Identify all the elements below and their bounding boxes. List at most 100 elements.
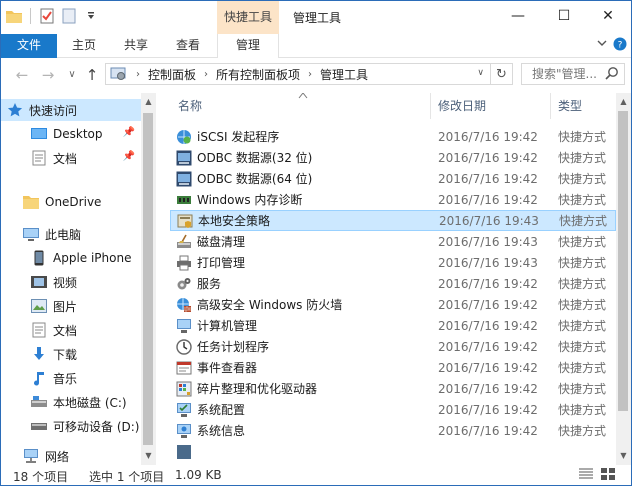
nav-item-quick-access[interactable]: 快速访问 [1, 99, 141, 121]
item-type: 快捷方式 [559, 214, 608, 228]
list-item-selected[interactable]: 本地安全策略 2016/7/16 19:43 快捷方式 [170, 210, 616, 231]
list-item[interactable]: ODBC 数据源(64 位) 2016/7/16 19:42 快捷方式 [170, 168, 616, 189]
item-type: 快捷方式 [558, 382, 607, 396]
list-item[interactable]: 磁盘清理 2016/7/16 19:43 快捷方式 [170, 231, 616, 252]
nav-item-label: 下载 [53, 347, 78, 362]
item-type: 快捷方式 [558, 361, 607, 375]
item-type: 快捷方式 [558, 235, 607, 249]
title-bar: 快捷工具 管理工具 — ☐ ✕ [1, 1, 631, 34]
folder-app-icon [5, 7, 23, 25]
nav-item-local-disk-c[interactable]: 本地磁盘 (C:) [1, 391, 141, 413]
item-type: 快捷方式 [558, 403, 607, 417]
list-item[interactable]: 高级安全 Windows 防火墙 2016/7/16 19:42 快捷方式 [170, 294, 616, 315]
forward-button[interactable]: → [39, 66, 57, 84]
new-folder-icon[interactable] [60, 7, 78, 25]
help-icon[interactable]: ? [613, 37, 627, 54]
nav-item-downloads[interactable]: 下载 [1, 343, 141, 365]
address-dropdown-icon[interactable]: ∨ [477, 68, 484, 78]
close-button[interactable]: ✕ [585, 1, 631, 31]
nav-item-documents[interactable]: 文档 📌 [1, 147, 141, 169]
search-placeholder: 搜索"管理... [532, 67, 597, 81]
explorer-window: 快捷工具 管理工具 — ☐ ✕ 文件 主页 共享 查看 管理 ? ← → ∨ ↑… [0, 0, 632, 486]
watermark-logo [539, 437, 629, 473]
partial-item-icon [176, 444, 192, 460]
tab-share[interactable]: 共享 [113, 34, 159, 58]
address-row: ← → ∨ ↑ › 控制面板 › 所有控制面板项 › 管理工具 ∨ ↻ 搜索"管… [1, 59, 631, 91]
item-date: 2016/7/16 19:42 [438, 129, 538, 144]
item-date: 2016/7/16 19:42 [438, 171, 538, 186]
tab-home[interactable]: 主页 [61, 34, 107, 58]
nav-item-apple-iphone[interactable]: Apple iPhone [1, 247, 141, 269]
file-list: 名称 修改日期 类型 iSCSI 发起程序 2016/7/16 19:42 快捷… [164, 93, 616, 465]
item-name: 碎片整理和优化驱动器 [197, 382, 318, 396]
minimize-button[interactable]: — [495, 1, 541, 31]
pin-icon[interactable]: 📌 [123, 127, 135, 138]
breadcrumb-control-panel[interactable]: 控制面板 [148, 66, 196, 83]
list-item[interactable]: 碎片整理和优化驱动器 2016/7/16 19:42 快捷方式 [170, 378, 616, 399]
list-item[interactable]: 系统配置 2016/7/16 19:42 快捷方式 [170, 399, 616, 420]
item-type: 快捷方式 [558, 130, 607, 144]
item-name: ODBC 数据源(64 位) [197, 172, 313, 186]
scroll-up-arrow[interactable]: ▲ [616, 95, 631, 109]
tab-view[interactable]: 查看 [165, 34, 211, 58]
breadcrumb-all-items[interactable]: 所有控制面板项 [216, 66, 300, 83]
file-list-scrollbar[interactable]: ▲ ▼ [616, 93, 631, 465]
item-name: 打印管理 [197, 256, 246, 270]
address-bar[interactable]: › 控制面板 › 所有控制面板项 › 管理工具 ∨ ↻ [105, 63, 513, 85]
documents-icon [31, 150, 47, 166]
list-item[interactable]: 任务计划程序 2016/7/16 19:42 快捷方式 [170, 336, 616, 357]
memory-diagnostic-icon [176, 192, 192, 208]
recent-locations-button[interactable]: ∨ [63, 66, 81, 84]
maximize-button[interactable]: ☐ [541, 1, 587, 31]
nav-item-removable-d[interactable]: 可移动设备 (D:) [1, 415, 141, 437]
column-header-date[interactable]: 修改日期 [438, 93, 486, 119]
nav-item-videos[interactable]: 视频 [1, 271, 141, 293]
list-item[interactable]: 打印管理 2016/7/16 19:43 快捷方式 [170, 252, 616, 273]
nav-item-music[interactable]: 音乐 [1, 367, 141, 389]
toolbar-divider [30, 8, 31, 24]
list-item[interactable]: iSCSI 发起程序 2016/7/16 19:42 快捷方式 [170, 126, 616, 147]
search-input[interactable]: 搜索"管理... [521, 63, 625, 85]
column-header-type[interactable]: 类型 [558, 93, 582, 119]
item-date: 2016/7/16 19:42 [438, 423, 538, 438]
column-divider[interactable] [430, 93, 431, 119]
nav-item-this-pc[interactable]: 此电脑 [1, 223, 141, 245]
nav-item-label: OneDrive [45, 195, 102, 209]
iscsi-globe-icon [176, 129, 192, 145]
list-item[interactable]: 服务 2016/7/16 19:42 快捷方式 [170, 273, 616, 294]
firewall-icon [176, 297, 192, 313]
chevron-down-icon[interactable] [597, 38, 607, 51]
customize-toolbar-chevron-icon[interactable] [82, 7, 100, 25]
download-icon [31, 346, 47, 362]
properties-icon[interactable] [38, 7, 56, 25]
tab-file[interactable]: 文件 [1, 34, 57, 58]
list-item[interactable]: 计算机管理 2016/7/16 19:42 快捷方式 [170, 315, 616, 336]
list-item[interactable]: 事件查看器 2016/7/16 19:42 快捷方式 [170, 357, 616, 378]
tab-manage[interactable]: 管理 [217, 34, 279, 58]
scroll-down-arrow[interactable]: ▼ [141, 449, 156, 463]
breadcrumb-admin-tools[interactable]: 管理工具 [320, 66, 368, 83]
item-name: 高级安全 Windows 防火墙 [197, 298, 343, 312]
nav-item-label: 本地磁盘 (C:) [53, 395, 127, 410]
system-config-icon [176, 402, 192, 418]
up-button[interactable]: ↑ [83, 66, 101, 84]
nav-item-desktop[interactable]: Desktop 📌 [1, 123, 141, 145]
refresh-icon[interactable]: ↻ [490, 64, 512, 84]
nav-pane-scrollbar[interactable]: ▲ ▼ [141, 93, 156, 465]
list-item[interactable]: ODBC 数据源(32 位) 2016/7/16 19:42 快捷方式 [170, 147, 616, 168]
scrollbar-thumb[interactable] [618, 111, 628, 411]
item-date: 2016/7/16 19:42 [438, 402, 538, 417]
column-header-name[interactable]: 名称 [178, 93, 202, 119]
pin-icon[interactable]: 📌 [123, 151, 135, 162]
item-type: 快捷方式 [558, 277, 607, 291]
nav-item-onedrive[interactable]: OneDrive [1, 191, 141, 213]
scroll-up-arrow[interactable]: ▲ [141, 95, 156, 109]
sort-ascending-icon [298, 93, 308, 101]
nav-item-documents-pc[interactable]: 文档 [1, 319, 141, 341]
back-button[interactable]: ← [13, 66, 31, 84]
nav-item-network[interactable]: 网络 [1, 445, 141, 465]
list-item[interactable]: Windows 内存诊断 2016/7/16 19:42 快捷方式 [170, 189, 616, 210]
nav-item-pictures[interactable]: 图片 [1, 295, 141, 317]
column-divider[interactable] [550, 93, 551, 119]
scrollbar-thumb[interactable] [143, 113, 153, 445]
